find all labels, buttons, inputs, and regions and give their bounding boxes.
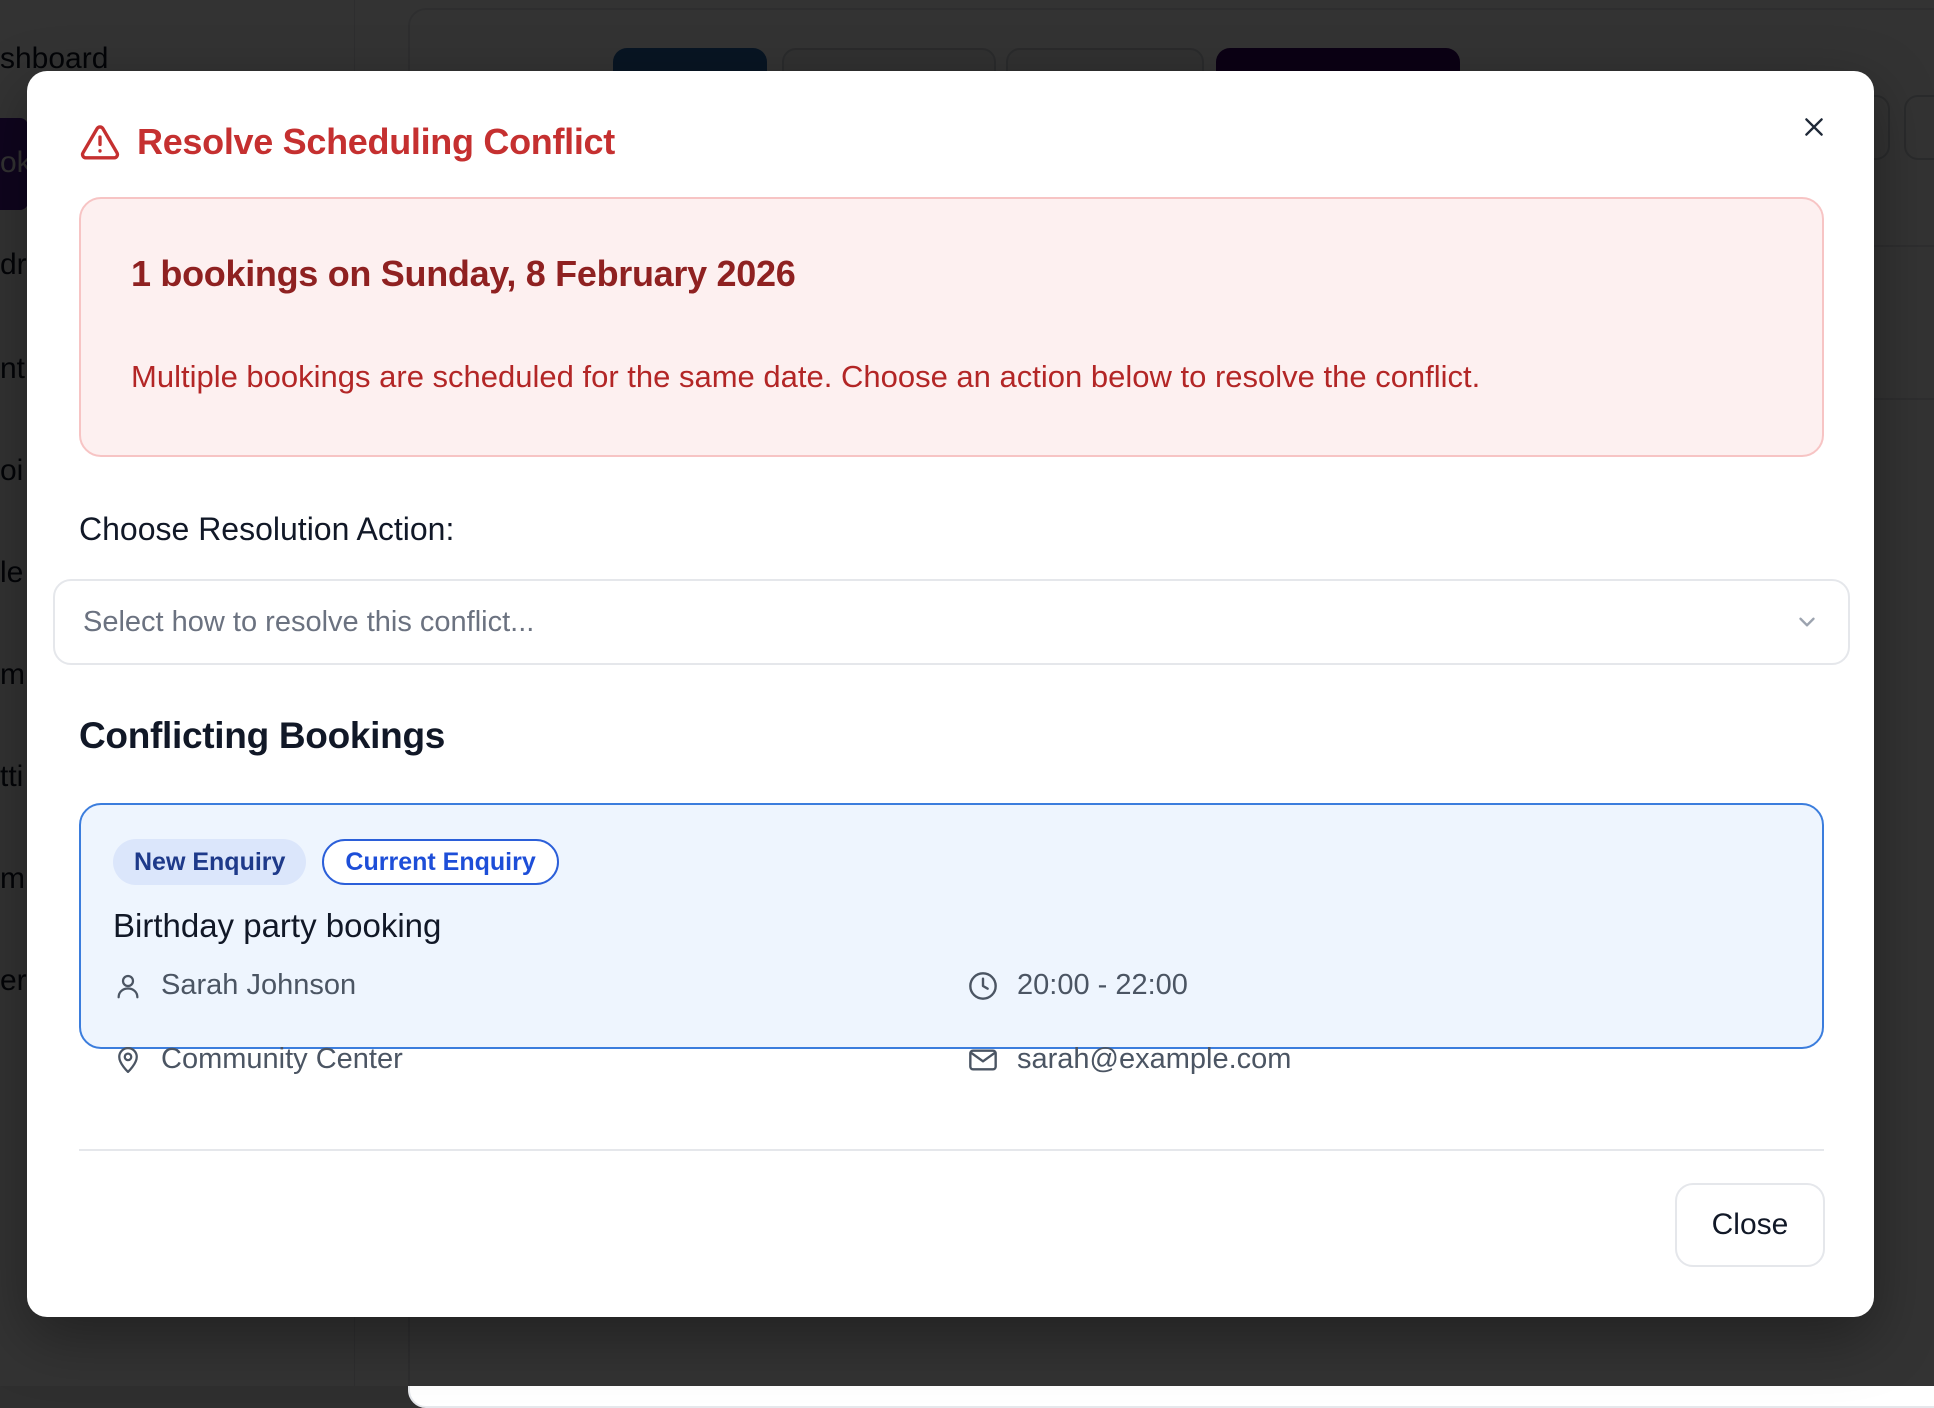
booking-email: sarah@example.com xyxy=(967,1043,1291,1076)
booking-contact: Sarah Johnson xyxy=(113,969,356,1002)
booking-badges: New Enquiry Current Enquiry xyxy=(113,839,559,885)
alert-heading: 1 bookings on Sunday, 8 February 2026 xyxy=(131,253,796,294)
booking-time: 20:00 - 22:00 xyxy=(967,969,1188,1002)
conflict-alert: 1 bookings on Sunday, 8 February 2026 Mu… xyxy=(79,197,1824,457)
resolution-action-label: Choose Resolution Action: xyxy=(79,511,455,547)
resolve-conflict-dialog: Resolve Scheduling Conflict 1 bookings o… xyxy=(27,71,1874,1317)
time-range: 20:00 - 22:00 xyxy=(1017,969,1188,1001)
map-pin-icon xyxy=(113,1045,143,1075)
dialog-title: Resolve Scheduling Conflict xyxy=(137,121,615,162)
dialog-header: Resolve Scheduling Conflict xyxy=(79,121,615,163)
conflicting-bookings-title: Conflicting Bookings xyxy=(79,715,446,756)
alert-description: Multiple bookings are scheduled for the … xyxy=(131,359,1481,394)
booking-location: Community Center xyxy=(113,1043,403,1076)
close-icon[interactable] xyxy=(1792,105,1836,149)
booking-card[interactable]: New Enquiry Current Enquiry Birthday par… xyxy=(79,803,1824,1075)
email: sarah@example.com xyxy=(1017,1043,1292,1075)
location: Community Center xyxy=(161,1043,403,1075)
mail-icon xyxy=(967,1044,999,1076)
contact-name: Sarah Johnson xyxy=(161,969,357,1001)
close-button[interactable]: Close xyxy=(1675,1183,1825,1267)
resolution-action-select[interactable]: Select how to resolve this conflict... xyxy=(53,579,1850,665)
footer-divider xyxy=(79,1149,1824,1151)
booking-title: Birthday party booking xyxy=(113,907,442,944)
warning-triangle-icon xyxy=(79,122,121,162)
select-placeholder: Select how to resolve this conflict... xyxy=(83,605,535,638)
user-icon xyxy=(113,971,143,1001)
clock-icon xyxy=(967,970,999,1002)
chevron-down-icon xyxy=(1794,609,1820,635)
current-enquiry-badge: Current Enquiry xyxy=(322,839,559,885)
new-enquiry-badge: New Enquiry xyxy=(113,839,307,885)
